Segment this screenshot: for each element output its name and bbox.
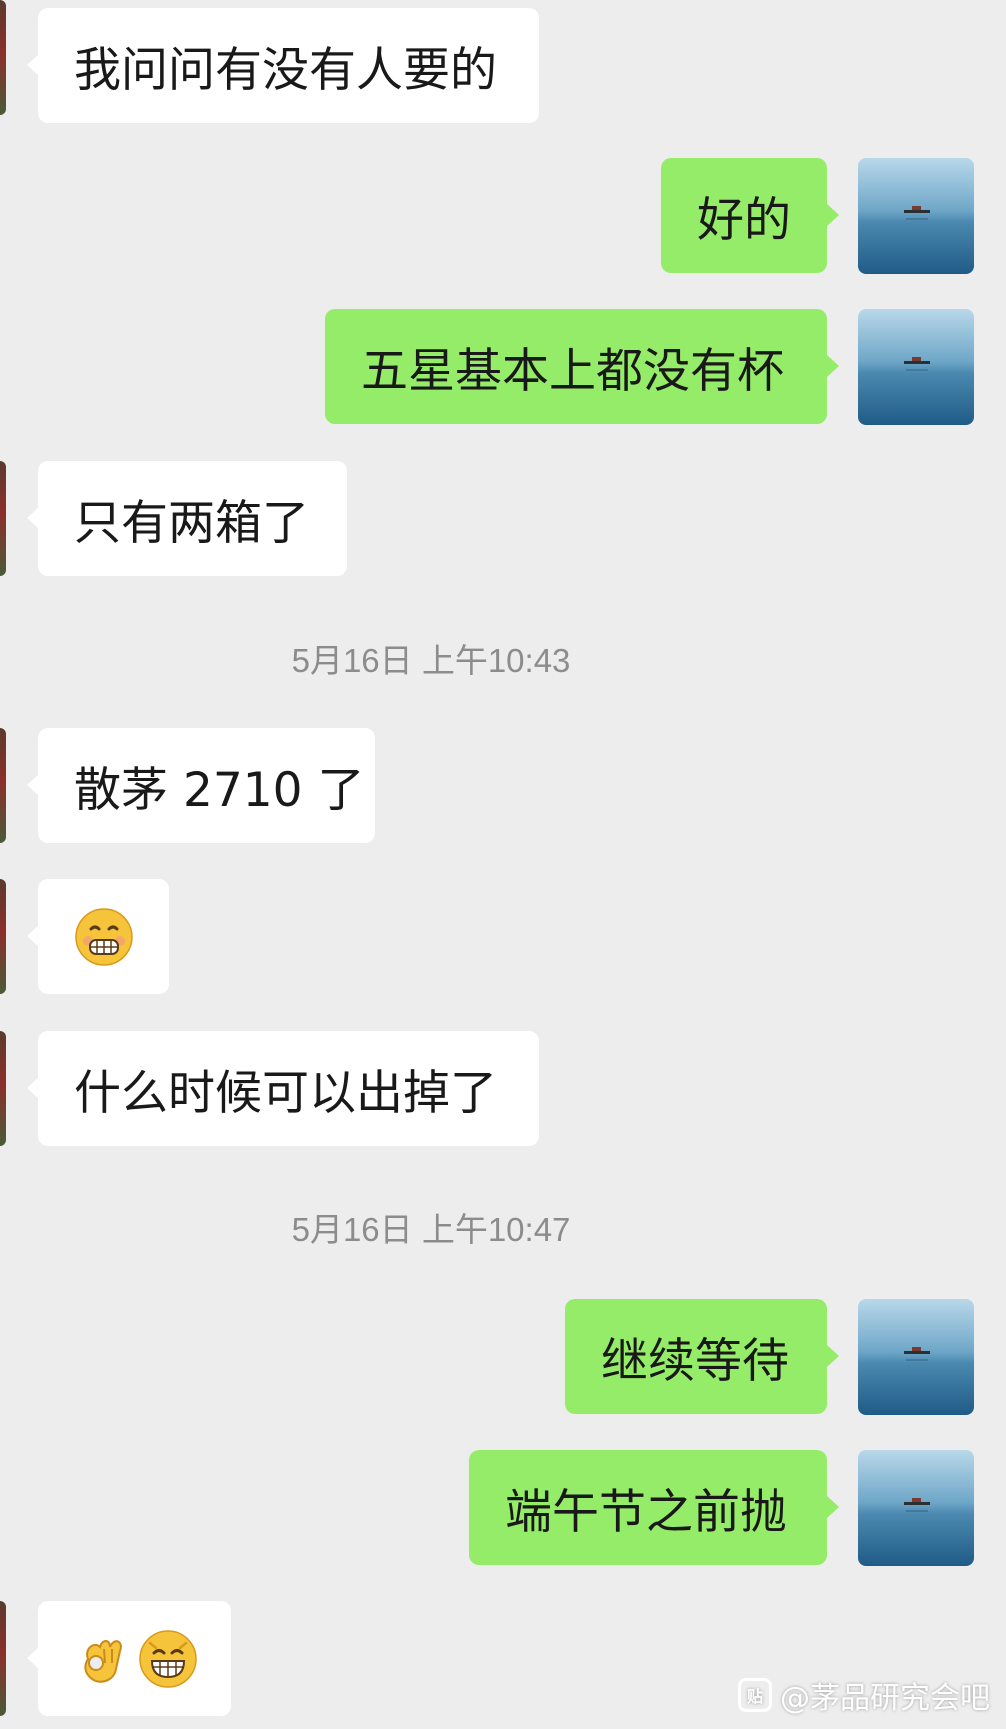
grin-emoji xyxy=(138,1629,198,1689)
message-text: 散茅 2710 了 xyxy=(74,763,365,818)
message-text: 只有两箱了 xyxy=(74,496,309,551)
incoming-message-bubble[interactable]: 什么时候可以出掉了 xyxy=(27,1031,539,1146)
tieba-icon: 贴 xyxy=(738,1678,772,1712)
ok-hand-emoji xyxy=(74,1629,134,1689)
message-text: 端午节之前抛 xyxy=(505,1485,787,1540)
message-timestamp: 5月16日 上午10:47 xyxy=(291,1211,571,1248)
message-timestamp: 5月16日 上午10:43 xyxy=(291,642,571,679)
incoming-message-bubble[interactable]: 只有两箱了 xyxy=(27,461,347,576)
outgoing-message-bubble[interactable]: 端午节之前抛 xyxy=(469,1450,839,1565)
chat-message-list[interactable]: 我问问有没有人要的 好的 五星基本上都没有杯 只有两箱了 5月16日 上午10:… xyxy=(0,0,1006,1729)
peer-avatar[interactable] xyxy=(0,879,6,994)
peer-avatar[interactable] xyxy=(0,461,6,576)
peer-avatar[interactable] xyxy=(0,1031,6,1146)
incoming-message-bubble[interactable]: 我问问有没有人要的 xyxy=(27,8,539,123)
incoming-message-bubble[interactable]: 散茅 2710 了 xyxy=(27,728,375,843)
watermark: 贴 @茅品研究会吧 xyxy=(738,1673,990,1717)
my-avatar[interactable] xyxy=(858,1450,974,1566)
message-text: 好的 xyxy=(697,193,791,248)
my-avatar[interactable] xyxy=(858,1299,974,1415)
incoming-emoji-bubble[interactable] xyxy=(27,879,169,994)
my-avatar[interactable] xyxy=(858,309,974,425)
message-text: 继续等待 xyxy=(601,1334,789,1389)
watermark-text: @茅品研究会吧 xyxy=(780,1681,990,1716)
peer-avatar[interactable] xyxy=(0,0,6,115)
outgoing-message-bubble[interactable]: 好的 xyxy=(661,158,839,273)
outgoing-message-bubble[interactable]: 继续等待 xyxy=(565,1299,839,1414)
incoming-emoji-bubble[interactable] xyxy=(27,1601,231,1716)
grimace-emoji xyxy=(74,907,134,967)
peer-avatar[interactable] xyxy=(0,728,6,843)
my-avatar[interactable] xyxy=(858,158,974,274)
peer-avatar[interactable] xyxy=(0,1601,6,1716)
message-text: 五星基本上都没有杯 xyxy=(361,344,784,399)
message-text: 什么时候可以出掉了 xyxy=(74,1066,497,1121)
outgoing-message-bubble[interactable]: 五星基本上都没有杯 xyxy=(325,309,839,424)
message-text: 我问问有没有人要的 xyxy=(74,43,497,98)
